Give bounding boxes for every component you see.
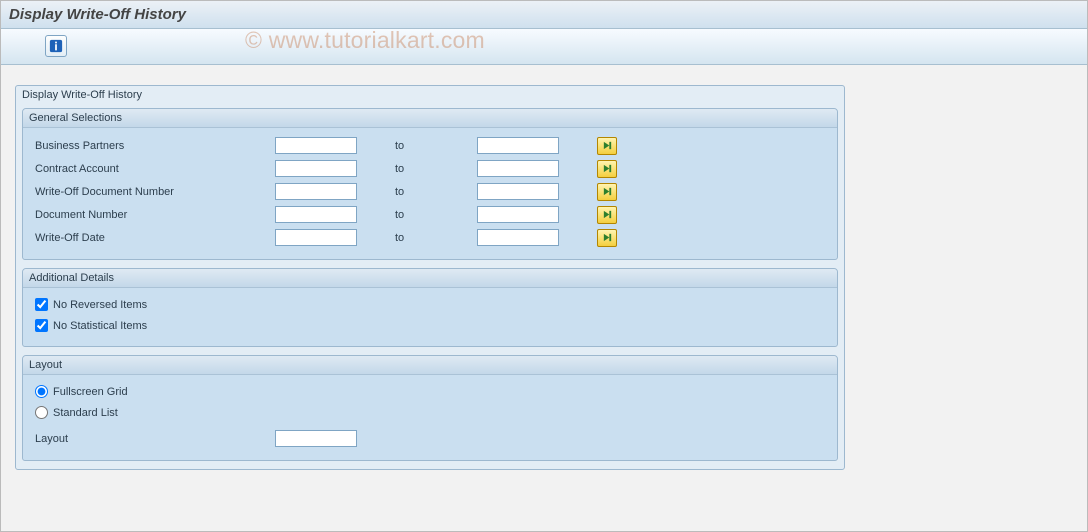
label-layout-field: Layout — [35, 433, 275, 445]
input-document-number-from[interactable] — [275, 206, 357, 223]
input-writeoff-date-from[interactable] — [275, 229, 357, 246]
input-contract-account-to[interactable] — [477, 160, 559, 177]
label-contract-account: Contract Account — [35, 163, 275, 175]
multi-select-button-document-number[interactable] — [597, 206, 617, 224]
checkbox-no-statistical[interactable] — [35, 319, 48, 332]
to-label: to — [357, 140, 477, 152]
layout-group-title: Layout — [23, 356, 837, 375]
toolbar — [1, 29, 1087, 65]
general-selections-body: Business Partners to Contract Account to — [23, 128, 837, 259]
input-business-partners-from[interactable] — [275, 137, 357, 154]
additional-details-body: No Reversed Items No Statistical Items — [23, 288, 837, 346]
row-layout-field: Layout — [35, 427, 827, 450]
info-icon — [49, 39, 63, 53]
main-group-title: Display Write-Off History — [16, 86, 844, 105]
additional-details-group: Additional Details No Reversed Items No … — [22, 268, 838, 347]
arrow-right-icon — [602, 232, 613, 243]
general-selections-title: General Selections — [23, 109, 837, 128]
layout-group: Layout Fullscreen Grid Standard List Lay… — [22, 355, 838, 461]
label-standard-list: Standard List — [53, 407, 118, 419]
label-no-statistical: No Statistical Items — [53, 320, 147, 332]
page-title: Display Write-Off History — [9, 6, 186, 23]
input-layout[interactable] — [275, 430, 357, 447]
to-label: to — [357, 186, 477, 198]
general-selections-group: General Selections Business Partners to … — [22, 108, 838, 260]
label-fullscreen-grid: Fullscreen Grid — [53, 386, 128, 398]
label-writeoff-date: Write-Off Date — [35, 232, 275, 244]
main-group: Display Write-Off History General Select… — [15, 85, 845, 470]
row-document-number: Document Number to — [35, 203, 827, 226]
multi-select-button-writeoff-doc-number[interactable] — [597, 183, 617, 201]
additional-details-title: Additional Details — [23, 269, 837, 288]
label-writeoff-doc-number: Write-Off Document Number — [35, 186, 275, 198]
input-document-number-to[interactable] — [477, 206, 559, 223]
input-contract-account-from[interactable] — [275, 160, 357, 177]
multi-select-button-business-partners[interactable] — [597, 137, 617, 155]
to-label: to — [357, 163, 477, 175]
info-button[interactable] — [45, 35, 67, 57]
input-writeoff-doc-number-from[interactable] — [275, 183, 357, 200]
app-window: Display Write-Off History © www.tutorial… — [0, 0, 1088, 532]
row-contract-account: Contract Account to — [35, 157, 827, 180]
row-fullscreen-grid: Fullscreen Grid — [35, 381, 827, 402]
label-business-partners: Business Partners — [35, 140, 275, 152]
multi-select-button-writeoff-date[interactable] — [597, 229, 617, 247]
label-document-number: Document Number — [35, 209, 275, 221]
input-writeoff-doc-number-to[interactable] — [477, 183, 559, 200]
row-writeoff-doc-number: Write-Off Document Number to — [35, 180, 827, 203]
label-no-reversed: No Reversed Items — [53, 299, 147, 311]
radio-standard-list[interactable] — [35, 406, 48, 419]
multi-select-button-contract-account[interactable] — [597, 160, 617, 178]
layout-body: Fullscreen Grid Standard List Layout — [23, 375, 837, 460]
titlebar: Display Write-Off History — [1, 1, 1087, 29]
arrow-right-icon — [602, 163, 613, 174]
input-writeoff-date-to[interactable] — [477, 229, 559, 246]
checkbox-no-reversed[interactable] — [35, 298, 48, 311]
row-no-statistical: No Statistical Items — [35, 315, 827, 336]
to-label: to — [357, 209, 477, 221]
arrow-right-icon — [602, 186, 613, 197]
arrow-right-icon — [602, 140, 613, 151]
row-business-partners: Business Partners to — [35, 134, 827, 157]
row-standard-list: Standard List — [35, 402, 827, 423]
row-writeoff-date: Write-Off Date to — [35, 226, 827, 249]
row-no-reversed: No Reversed Items — [35, 294, 827, 315]
input-business-partners-to[interactable] — [477, 137, 559, 154]
content-area: Display Write-Off History General Select… — [1, 65, 1087, 490]
arrow-right-icon — [602, 209, 613, 220]
radio-fullscreen-grid[interactable] — [35, 385, 48, 398]
to-label: to — [357, 232, 477, 244]
